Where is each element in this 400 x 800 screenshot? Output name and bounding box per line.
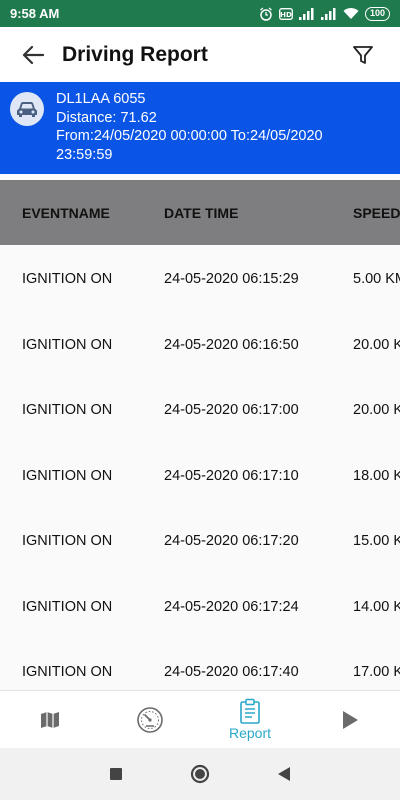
alarm-icon (260, 6, 272, 21)
cell-speed: 18.00 KM/H (353, 467, 400, 484)
cell-datetime: 24-05-2020 06:17:00 (164, 402, 299, 418)
column-header-event: EVENTNAME (22, 204, 110, 221)
recents-button[interactable] (106, 764, 126, 784)
battery-indicator: 100 (364, 6, 390, 21)
nav-label-report: Report (228, 725, 272, 741)
status-time: 9:58 AM (10, 6, 60, 21)
wifi-icon (343, 8, 359, 19)
table-header: EVENTNAME DATE TIME SPEED (0, 180, 400, 245)
table-row[interactable]: IGNITION ON 24-05-2020 06:15:29 5.00 KM/… (0, 245, 400, 311)
speedometer-icon (137, 706, 163, 733)
triangle-back-icon (278, 767, 290, 781)
cell-datetime: 24-05-2020 06:15:29 (164, 271, 299, 287)
page-title: Driving Report (62, 42, 208, 66)
back-button[interactable] (18, 40, 48, 70)
vehicle-plate: DL1LAA 6055 (56, 91, 146, 107)
cell-event: IGNITION ON (22, 467, 113, 484)
table-row[interactable]: IGNITION ON 24-05-2020 06:17:10 18.00 KM… (0, 442, 400, 508)
table-row[interactable]: IGNITION ON 24-05-2020 06:17:24 14.00 KM… (0, 573, 400, 639)
nav-item-map[interactable] (0, 691, 100, 748)
vehicle-distance: Distance: 71.62 (56, 109, 157, 126)
cell-event: IGNITION ON (22, 402, 113, 418)
nav-item-report[interactable]: Report (200, 691, 300, 748)
map-icon (41, 711, 59, 728)
status-bar: 9:58 AM HD 100 (0, 0, 400, 27)
vehicle-date-range-end: 23:59:59 (56, 146, 113, 163)
cell-datetime: 24-05-2020 06:17:20 (164, 533, 299, 549)
status-icons: HD 100 (259, 6, 390, 21)
filter-icon (353, 45, 373, 64)
cell-speed: 20.00 KM/H (353, 402, 400, 418)
cell-event: IGNITION ON (22, 336, 113, 353)
signal-icon-2 (320, 7, 336, 20)
vehicle-date-range: From:24/05/2020 00:00:00 To:24/05/2020 (56, 128, 323, 144)
vehicle-info-panel: DL1LAA 6055 Distance: 71.62 From:24/05/2… (0, 82, 400, 174)
cell-event: IGNITION ON (22, 533, 113, 549)
report-table[interactable]: IGNITION ON 24-05-2020 06:15:29 5.00 KM/… (0, 245, 400, 690)
table-row[interactable]: IGNITION ON 24-05-2020 06:17:40 17.00 KM… (0, 638, 400, 690)
cell-datetime: 24-05-2020 06:17:10 (164, 467, 299, 484)
signal-icon (298, 7, 314, 20)
cell-event: IGNITION ON (22, 598, 113, 615)
table-row[interactable]: IGNITION ON 24-05-2020 06:17:20 15.00 KM… (0, 507, 400, 573)
nav-item-playback[interactable] (300, 691, 400, 748)
table-row[interactable]: IGNITION ON 24-05-2020 06:17:00 20.00 KM… (0, 376, 400, 442)
cell-event: IGNITION ON (22, 664, 113, 680)
cell-speed: 5.00 KM/H (353, 271, 400, 287)
nav-item-speedometer[interactable] (100, 691, 200, 748)
cell-datetime: 24-05-2020 06:17:40 (164, 664, 299, 680)
cell-datetime: 24-05-2020 06:16:50 (164, 336, 299, 353)
square-icon (110, 768, 122, 780)
system-back-button[interactable] (274, 764, 294, 784)
system-navigation-bar (0, 748, 400, 800)
circle-icon (190, 764, 210, 784)
car-avatar (10, 92, 44, 126)
cell-speed: 17.00 KM/H (353, 664, 400, 680)
cell-speed: 20.00 KM/H (353, 336, 400, 353)
cell-speed: 14.00 KM/H (353, 598, 400, 615)
cell-datetime: 24-05-2020 06:17:24 (164, 598, 299, 615)
filter-button[interactable] (348, 40, 378, 70)
car-icon (17, 102, 37, 117)
report-clipboard-icon (240, 698, 260, 724)
home-button[interactable] (190, 764, 210, 784)
play-icon (343, 710, 358, 729)
cell-speed: 15.00 KM/H (353, 533, 400, 549)
arrow-left-icon (22, 45, 44, 64)
bottom-navigation: Report (0, 690, 400, 748)
volte-icon: HD (279, 7, 293, 20)
column-header-datetime: DATE TIME (164, 204, 239, 221)
vehicle-details: DL1LAA 6055 Distance: 71.62 From:24/05/2… (56, 90, 323, 168)
column-header-speed: SPEED (353, 204, 400, 221)
svg-text:HD: HD (280, 11, 292, 19)
table-row[interactable]: IGNITION ON 24-05-2020 06:16:50 20.00 KM… (0, 311, 400, 377)
cell-event: IGNITION ON (22, 271, 113, 287)
app-bar: Driving Report (0, 27, 400, 82)
